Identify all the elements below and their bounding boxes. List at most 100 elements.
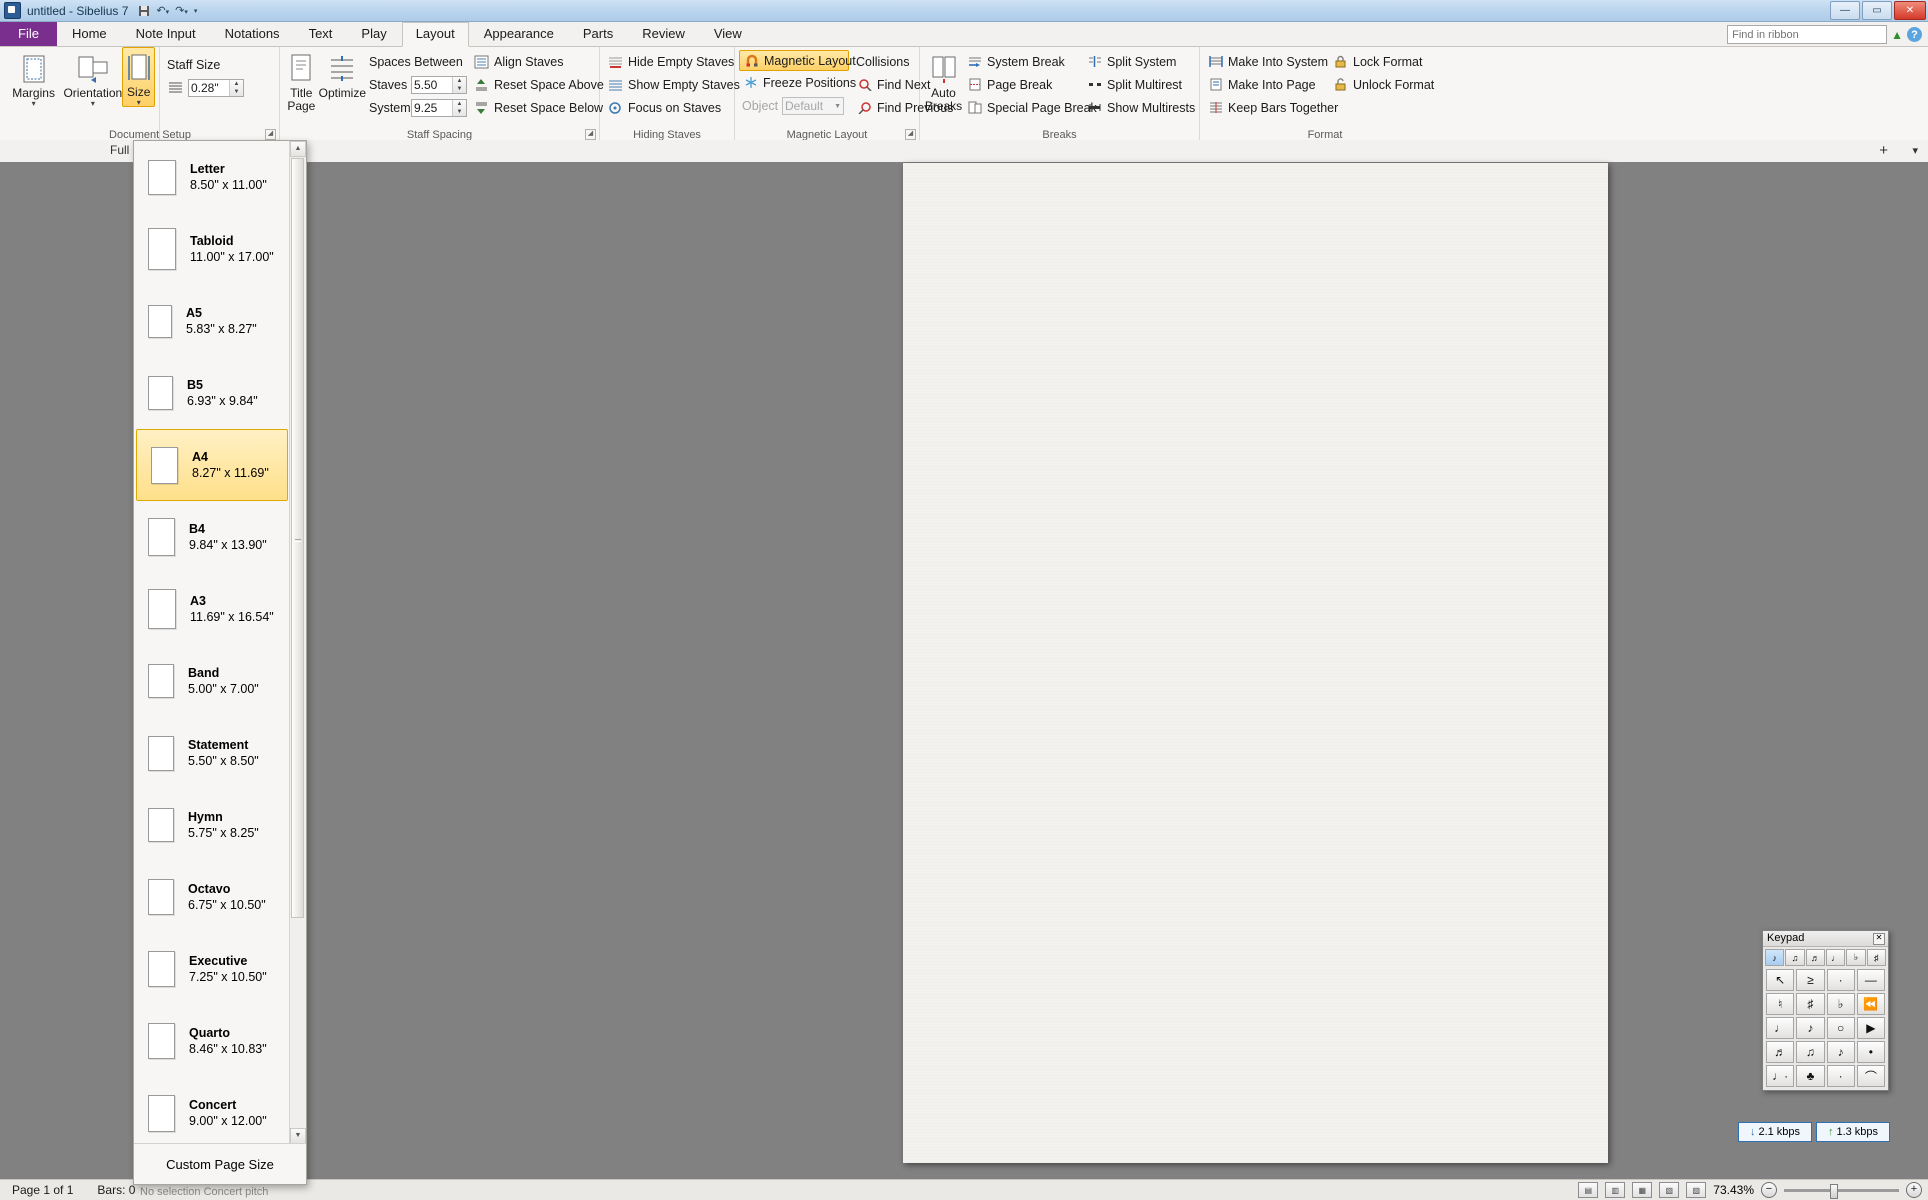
- zoom-in-button[interactable]: +: [1906, 1182, 1922, 1198]
- special-page-break-item[interactable]: Special Page Break: [963, 96, 1097, 119]
- keypad-key-19[interactable]: ⌒: [1856, 1065, 1885, 1087]
- systems-input[interactable]: 9.25 ▲ ▼: [411, 98, 467, 117]
- keypad-key-5[interactable]: ♯: [1796, 993, 1825, 1015]
- page-size-item-b5[interactable]: B5 6.93" x 9.84": [134, 357, 292, 429]
- view-panorama-icon[interactable]: ▤: [1578, 1182, 1599, 1198]
- keypad-key-9[interactable]: ♪: [1796, 1017, 1825, 1039]
- keypad-key-7[interactable]: ⏪: [1856, 993, 1885, 1015]
- tab-note-input[interactable]: Note Input: [122, 22, 210, 46]
- optimize-button[interactable]: Optimize: [319, 47, 366, 119]
- view-single-page-icon[interactable]: ▥: [1605, 1182, 1626, 1198]
- margins-button[interactable]: Margins ▾: [4, 47, 63, 108]
- tab-parts[interactable]: Parts: [569, 22, 627, 46]
- hide-empty-staves-item[interactable]: Hide Empty Staves: [604, 50, 734, 73]
- score-page[interactable]: [903, 163, 1608, 1163]
- keypad-key-10[interactable]: ○: [1826, 1017, 1855, 1039]
- undo-icon[interactable]: ↶▾: [156, 4, 169, 17]
- staff-size-input[interactable]: 0.28" ▲ ▼: [188, 78, 244, 97]
- keypad-key-18[interactable]: ·: [1826, 1065, 1855, 1087]
- keypad-tab-5[interactable]: ♭: [1846, 949, 1866, 966]
- scroll-down-arrow-icon[interactable]: ▼: [290, 1128, 306, 1144]
- custom-page-size-button[interactable]: Custom Page Size: [134, 1143, 306, 1184]
- title-page-button[interactable]: Title Page: [284, 47, 319, 119]
- zoom-slider[interactable]: [1784, 1183, 1899, 1199]
- tab-text[interactable]: Text: [295, 22, 347, 46]
- tab-layout[interactable]: Layout: [401, 22, 469, 47]
- keypad-key-12[interactable]: ♬: [1766, 1041, 1795, 1063]
- page-size-item-a4[interactable]: A4 8.27" x 11.69": [136, 429, 288, 501]
- keep-bars-together-item[interactable]: Keep Bars Together: [1204, 96, 1338, 119]
- keypad-key-11[interactable]: ▶: [1856, 1017, 1885, 1039]
- reset-space-above-item[interactable]: Reset Space Above: [470, 73, 604, 96]
- keypad-tab-1[interactable]: ♪: [1765, 949, 1785, 966]
- make-into-system-item[interactable]: Make Into System: [1204, 50, 1329, 73]
- minimize-button[interactable]: —: [1830, 1, 1860, 20]
- staff-size-spinner[interactable]: ▲ ▼: [229, 79, 243, 96]
- help-icon[interactable]: ?: [1907, 27, 1922, 42]
- quick-save-icon[interactable]: [138, 5, 150, 17]
- magnetic-layout-toggle[interactable]: Magnetic Layout: [739, 50, 856, 71]
- keypad-key-3[interactable]: —: [1856, 969, 1885, 991]
- keypad-key-4[interactable]: ♮: [1766, 993, 1795, 1015]
- add-tab-button[interactable]: +: [1879, 142, 1888, 159]
- reset-space-below-item[interactable]: Reset Space Below: [470, 96, 603, 119]
- keypad-key-17[interactable]: ♣: [1796, 1065, 1825, 1087]
- maximize-button[interactable]: ▭: [1862, 1, 1892, 20]
- collapse-ribbon-icon[interactable]: ▲: [1891, 28, 1903, 42]
- tab-home[interactable]: Home: [58, 22, 121, 46]
- systems-spinner[interactable]: ▲ ▼: [452, 99, 466, 116]
- page-size-item-executive[interactable]: Executive 7.25" x 10.50": [134, 933, 292, 1005]
- keypad-key-15[interactable]: •: [1856, 1041, 1885, 1063]
- lock-format-item[interactable]: Lock Format: [1329, 50, 1446, 73]
- page-size-item-letter[interactable]: Letter 8.50" x 11.00": [134, 141, 292, 213]
- view-spreads-icon[interactable]: ▦: [1632, 1182, 1653, 1198]
- tab-appearance[interactable]: Appearance: [470, 22, 568, 46]
- page-size-item-octavo[interactable]: Octavo 6.75" x 10.50": [134, 861, 292, 933]
- find-in-ribbon-input[interactable]: [1727, 25, 1888, 44]
- document-setup-dialog-launcher[interactable]: ◢: [265, 129, 276, 140]
- show-multirests-item[interactable]: Show Multirests: [1083, 96, 1195, 119]
- staff-spacing-dialog-launcher[interactable]: ◢: [585, 129, 596, 140]
- keypad-key-13[interactable]: ♫: [1796, 1041, 1825, 1063]
- split-multirest-item[interactable]: Split Multirest: [1083, 73, 1195, 96]
- scrollbar-thumb[interactable]: [291, 158, 304, 918]
- keypad-key-16[interactable]: ♩·: [1766, 1065, 1795, 1087]
- size-button[interactable]: Size ▾: [122, 47, 155, 107]
- tab-notations[interactable]: Notations: [211, 22, 294, 46]
- close-button[interactable]: ✕: [1894, 1, 1926, 20]
- page-size-item-hymn[interactable]: Hymn 5.75" x 8.25": [134, 789, 292, 861]
- page-size-item-concert[interactable]: Concert 9.00" x 12.00": [134, 1077, 292, 1144]
- page-size-item-statement[interactable]: Statement 5.50" x 8.50": [134, 717, 292, 789]
- orientation-button[interactable]: Orientation ▾: [63, 47, 122, 108]
- split-system-item[interactable]: Split System: [1083, 50, 1195, 73]
- unlock-format-item[interactable]: Unlock Format: [1329, 73, 1446, 96]
- scroll-up-arrow-icon[interactable]: ▲: [290, 141, 306, 157]
- score-canvas[interactable]: [290, 162, 1928, 1180]
- tab-review[interactable]: Review: [628, 22, 699, 46]
- find-next-item[interactable]: Find Next: [853, 73, 931, 96]
- page-size-item-a5[interactable]: A5 5.83" x 8.27": [134, 285, 292, 357]
- keypad-key-14[interactable]: ♪: [1826, 1041, 1855, 1063]
- keypad-key-0[interactable]: ↖: [1766, 969, 1795, 991]
- keypad-tab-3[interactable]: ♬: [1805, 949, 1825, 966]
- keypad-tab-4[interactable]: ♩: [1825, 949, 1846, 966]
- tab-menu-button[interactable]: ▾: [1912, 144, 1918, 157]
- keypad-key-6[interactable]: ♭: [1826, 993, 1855, 1015]
- zoom-out-button[interactable]: −: [1761, 1182, 1777, 1198]
- make-into-page-item[interactable]: Make Into Page: [1204, 73, 1329, 96]
- keypad-tab-6[interactable]: ♯: [1866, 949, 1886, 966]
- tab-play[interactable]: Play: [347, 22, 400, 46]
- page-size-item-band[interactable]: Band 5.00" x 7.00": [134, 645, 292, 717]
- gallery-scrollbar[interactable]: ▲ ▼: [289, 141, 306, 1144]
- focus-on-staves-item[interactable]: Focus on Staves: [604, 96, 730, 119]
- page-size-item-quarto[interactable]: Quarto 8.46" x 10.83": [134, 1005, 292, 1077]
- tab-view[interactable]: View: [700, 22, 756, 46]
- view-horizontal-icon[interactable]: ▧: [1659, 1182, 1680, 1198]
- keypad-key-1[interactable]: ≥: [1796, 969, 1825, 991]
- object-select[interactable]: Default ▼: [782, 96, 844, 115]
- page-size-item-b4[interactable]: B4 9.84" x 13.90": [134, 501, 292, 573]
- page-break-item[interactable]: Page Break: [963, 73, 1083, 96]
- keypad-tab-2[interactable]: ♫: [1785, 949, 1805, 966]
- show-empty-staves-item[interactable]: Show Empty Staves: [604, 73, 740, 96]
- tab-file[interactable]: File: [0, 22, 57, 46]
